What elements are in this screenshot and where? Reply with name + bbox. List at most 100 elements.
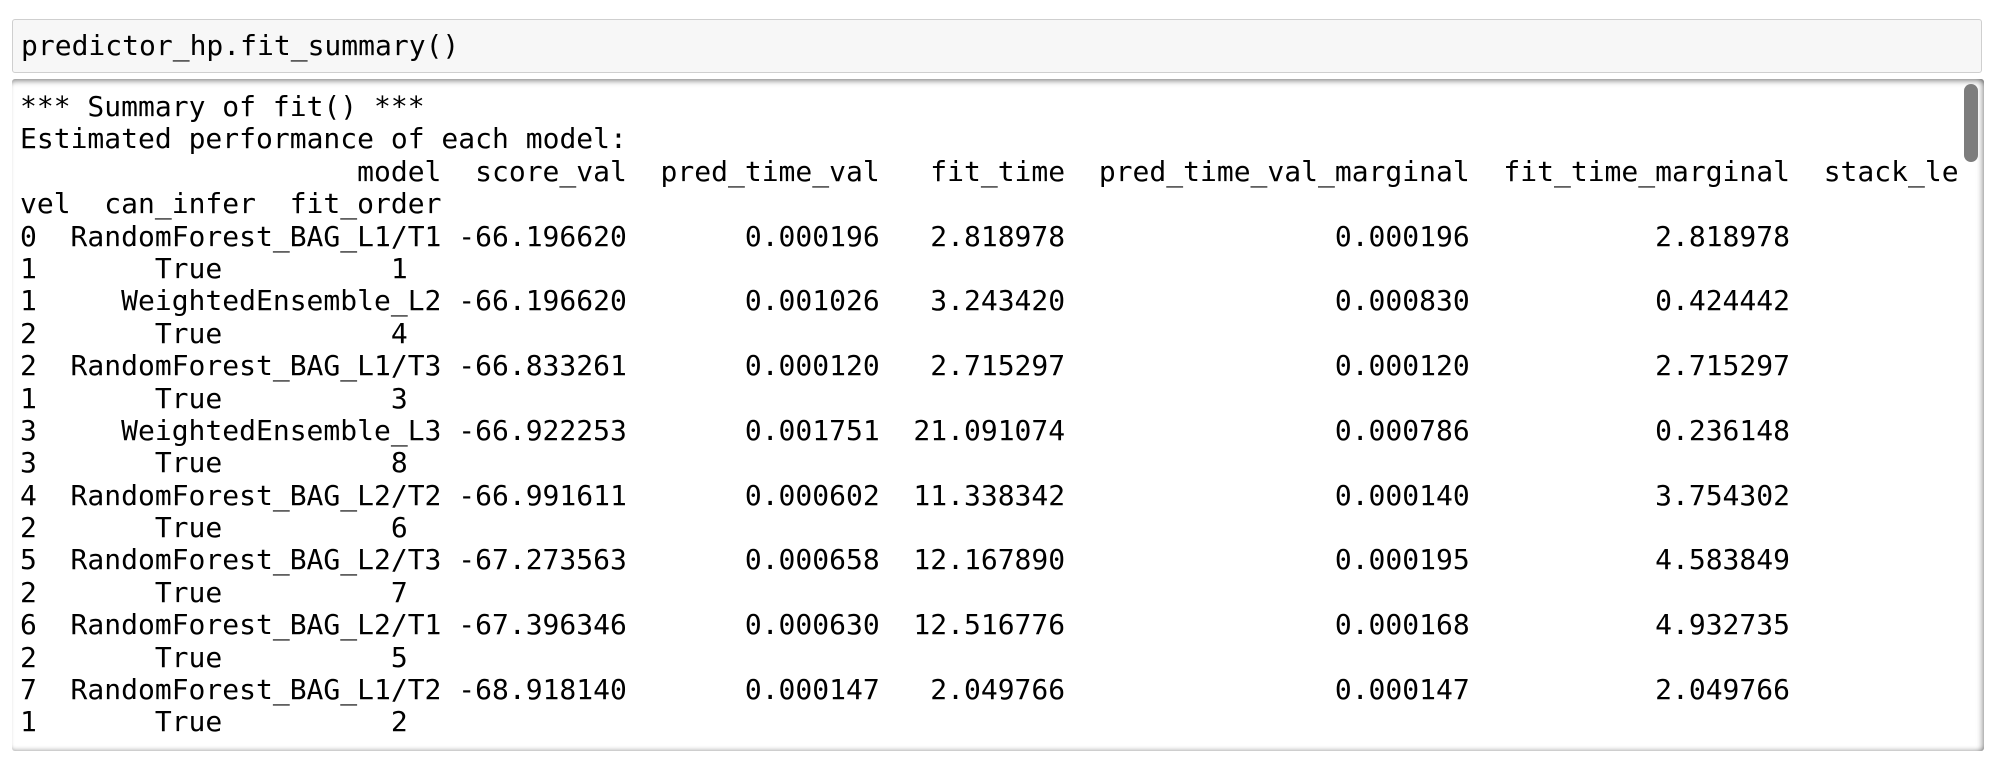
table-row: 6 RandomForest_BAG_L2/T1 -67.396346 0.00063… <box>20 608 1970 642</box>
cell-fit-time: 12.516776 <box>913 608 1066 642</box>
cell-pred-time-val-marginal: 0.000147 <box>1334 673 1470 707</box>
cell-pred-time-val: 0.000196 <box>744 219 880 253</box>
cell-score-val: -68.918140 <box>458 673 627 707</box>
table-row-wrapped: 2 True 5 <box>20 640 1970 674</box>
code-text[interactable]: predictor_hp.fit_summary() <box>21 30 459 62</box>
cell-can-infer: True <box>154 381 223 415</box>
column-header: vel <box>20 187 71 221</box>
header-index-spacer <box>20 156 37 188</box>
cell-pred-time-val-marginal: 0.000786 <box>1334 413 1470 447</box>
cell-fit-order: 6 <box>390 511 408 545</box>
cell-fit-time-marginal: 0.236148 <box>1655 413 1790 447</box>
cell-fit-time-marginal: 2.715297 <box>1655 349 1790 383</box>
summary-subtitle: Estimated performance of each model: <box>20 122 627 156</box>
cell-can-infer: True <box>154 511 223 545</box>
row-index: 2 <box>20 349 37 383</box>
cell-fit-time-marginal: 4.583849 <box>1655 543 1790 577</box>
cell-can-infer: True <box>154 251 223 285</box>
scrollbar-thumb[interactable] <box>1964 84 1978 162</box>
cell-fit-time: 2.818978 <box>930 219 1066 253</box>
cell-stack-level: 2 <box>20 511 37 545</box>
cell-fit-order: 8 <box>390 446 408 480</box>
cell-fit-time-marginal: 4.932735 <box>1655 608 1790 642</box>
column-header: fit_time <box>930 154 1066 188</box>
cell-fit-time-marginal: 0.424442 <box>1655 284 1790 318</box>
cell-model: RandomForest_BAG_L2/T1 <box>70 608 442 642</box>
cell-model: WeightedEnsemble_L3 <box>121 413 442 447</box>
column-header: pred_time_val <box>660 154 880 188</box>
cell-stack-level: 1 <box>20 381 37 415</box>
cell-pred-time-val: 0.000120 <box>744 349 880 383</box>
cell-model: RandomForest_BAG_L1/T2 <box>70 673 442 707</box>
cell-score-val: -66.833261 <box>458 349 627 383</box>
cell-can-infer: True <box>154 640 223 674</box>
cell-pred-time-val: 0.001026 <box>744 284 880 318</box>
cell-fit-time: 2.049766 <box>930 673 1066 707</box>
cell-pred-time-val-marginal: 0.000140 <box>1334 478 1470 512</box>
table-row: 5 RandomForest_BAG_L2/T3 -67.273563 0.00065… <box>20 543 1970 577</box>
table-row: 1 WeightedEnsemble_L2 -66.196620 0.001026 3.… <box>20 284 1970 318</box>
cell-fit-time-marginal: 2.049766 <box>1655 673 1790 707</box>
table-row-wrapped: 2 True 6 <box>20 511 1970 545</box>
cell-model: RandomForest_BAG_L2/T3 <box>70 543 442 577</box>
table-header: model score_val pred_time_val fit_time pred_… <box>20 154 1970 188</box>
row-index: 0 <box>20 219 37 253</box>
table-row: 7 RandomForest_BAG_L1/T2 -68.918140 0.00014… <box>20 673 1970 707</box>
output-text: *** Summary of fit() *** Estimated perfo… <box>20 90 1970 739</box>
cell-fit-time: 12.167890 <box>913 543 1066 577</box>
cell-score-val: -66.196620 <box>458 219 627 253</box>
cell-pred-time-val-marginal: 0.000830 <box>1334 284 1470 318</box>
cell-fit-time: 2.715297 <box>930 349 1066 383</box>
cell-score-val: -67.273563 <box>458 543 627 577</box>
cell-pred-time-val-marginal: 0.000120 <box>1334 349 1470 383</box>
cell-pred-time-val: 0.000602 <box>744 478 880 512</box>
column-header: score_val <box>475 154 627 188</box>
cell-fit-order: 7 <box>390 575 408 609</box>
cell-fit-order: 4 <box>390 316 408 350</box>
output-area: *** Summary of fit() *** Estimated perfo… <box>12 79 1984 751</box>
cell-can-infer: True <box>154 705 223 739</box>
cell-fit-time: 3.243420 <box>930 284 1066 318</box>
table-row-wrapped: 2 True 7 <box>20 575 1970 609</box>
cell-can-infer: True <box>154 446 223 480</box>
cell-model: RandomForest_BAG_L1/T1 <box>70 219 442 253</box>
row-index: 5 <box>20 543 37 577</box>
cell-pred-time-val: 0.000658 <box>744 543 880 577</box>
cell-stack-level: 2 <box>20 575 37 609</box>
cell-stack-level: 1 <box>20 251 37 285</box>
cell-pred-time-val-marginal: 0.000196 <box>1334 219 1470 253</box>
cell-stack-level: 1 <box>20 705 37 739</box>
code-input-cell[interactable]: predictor_hp.fit_summary() <box>12 19 1982 73</box>
cell-score-val: -67.396346 <box>458 608 627 642</box>
cell-pred-time-val-marginal: 0.000168 <box>1334 608 1470 642</box>
cell-fit-order: 3 <box>390 381 408 415</box>
cell-pred-time-val: 0.000630 <box>744 608 880 642</box>
row-index: 6 <box>20 608 37 642</box>
cell-model: RandomForest_BAG_L2/T2 <box>70 478 442 512</box>
cell-fit-order: 1 <box>390 251 408 285</box>
table-row-wrapped: 1 True 2 <box>20 705 1970 739</box>
table-row: 3 WeightedEnsemble_L3 -66.922253 0.001751 21… <box>20 413 1970 447</box>
summary-title: *** Summary of fit() *** <box>20 90 425 123</box>
cell-fit-order: 5 <box>390 640 408 674</box>
row-index: 1 <box>20 284 37 318</box>
cell-fit-time: 21.091074 <box>913 413 1066 447</box>
table-row: 2 RandomForest_BAG_L1/T3 -66.833261 0.00012… <box>20 349 1970 383</box>
row-index: 4 <box>20 478 37 512</box>
cell-score-val: -66.196620 <box>458 284 627 318</box>
row-index: 7 <box>20 673 37 707</box>
cell-model: WeightedEnsemble_L2 <box>121 284 442 318</box>
table-row-wrapped: 1 True 1 <box>20 251 1970 285</box>
cell-stack-level: 2 <box>20 316 37 350</box>
cell-fit-order: 2 <box>390 705 408 739</box>
cell-score-val: -66.991611 <box>458 478 627 512</box>
column-header: fit_time_marginal <box>1503 154 1790 188</box>
cell-pred-time-val: 0.000147 <box>744 673 880 707</box>
table-row-wrapped: 3 True 8 <box>20 446 1970 480</box>
column-header: fit_order <box>289 187 442 221</box>
row-index: 3 <box>20 413 37 447</box>
column-header: model <box>357 154 442 188</box>
table-row-wrapped: 2 True 4 <box>20 316 1970 350</box>
column-header: pred_time_val_marginal <box>1098 154 1470 188</box>
cell-fit-time: 11.338342 <box>913 478 1066 512</box>
